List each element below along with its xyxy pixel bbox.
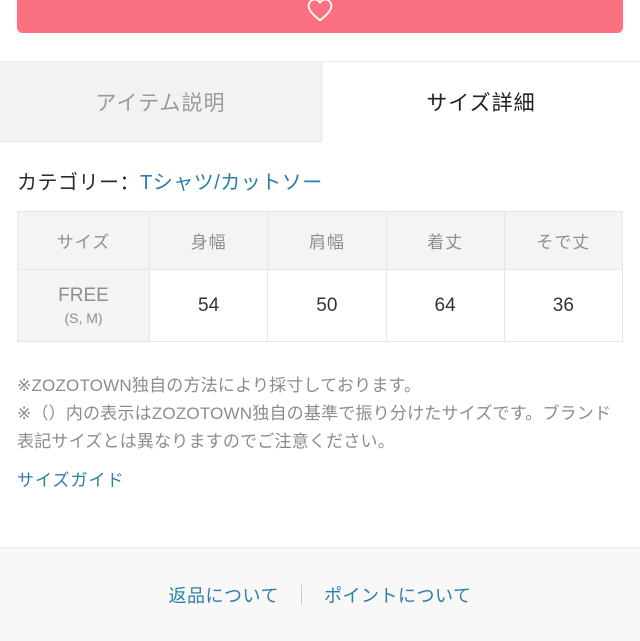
tab-size-detail[interactable]: サイズ詳細 bbox=[322, 62, 640, 142]
category-label: カテゴリー： bbox=[17, 172, 140, 194]
table-header-size: サイズ bbox=[17, 211, 150, 270]
tab-item-description[interactable]: アイテム説明 bbox=[0, 62, 322, 142]
size-alias: (S, M) bbox=[64, 309, 103, 326]
measurement-notes: ※ZOZOTOWN独自の方法により採寸しております。 ※（）内の表示はZOZOT… bbox=[17, 372, 623, 456]
footer-link-points[interactable]: ポイントについて bbox=[324, 582, 471, 608]
size-name: FREE bbox=[58, 285, 109, 307]
table-cell-length: 64 bbox=[385, 269, 505, 342]
footer-link-returns[interactable]: 返品について bbox=[169, 582, 279, 608]
category-line: カテゴリー：Tシャツ/カットソー bbox=[17, 166, 323, 195]
table-cell-shoulder: 50 bbox=[267, 269, 387, 342]
size-guide-link[interactable]: サイズガイド bbox=[17, 466, 125, 491]
table-header-sleeve: そで丈 bbox=[503, 211, 624, 270]
page-footer: 返品について ポイントについて bbox=[0, 547, 640, 641]
table-header-row: サイズ 身幅 肩幅 着丈 そで丈 bbox=[17, 211, 624, 270]
table-cell-size: FREE (S, M) bbox=[17, 269, 150, 342]
size-detail-table: サイズ 身幅 肩幅 着丈 そで丈 FREE (S, M) 54 50 64 36 bbox=[17, 211, 624, 342]
table-header-bust: 身幅 bbox=[148, 211, 269, 270]
category-link[interactable]: Tシャツ/カットソー bbox=[140, 172, 323, 194]
note-line-1: ※ZOZOTOWN独自の方法により採寸しております。 bbox=[17, 376, 422, 395]
note-line-2: ※（）内の表示はZOZOTOWN独自の基準で振り分けたサイズです。ブランド表記サ… bbox=[17, 404, 612, 452]
favorite-button-region bbox=[0, 0, 640, 33]
table-cell-bust: 54 bbox=[148, 269, 269, 342]
footer-separator bbox=[301, 584, 302, 605]
table-header-length: 着丈 bbox=[385, 211, 505, 270]
heart-outline-icon bbox=[307, 0, 333, 21]
table-row: FREE (S, M) 54 50 64 36 bbox=[17, 269, 624, 342]
table-cell-sleeve: 36 bbox=[503, 269, 624, 342]
favorite-button[interactable] bbox=[17, 0, 623, 33]
tab-item-description-label: アイテム説明 bbox=[95, 91, 226, 115]
tab-size-detail-label: サイズ詳細 bbox=[426, 92, 536, 115]
table-header-shoulder: 肩幅 bbox=[267, 211, 387, 270]
detail-tabbar: アイテム説明 サイズ詳細 bbox=[0, 61, 640, 143]
